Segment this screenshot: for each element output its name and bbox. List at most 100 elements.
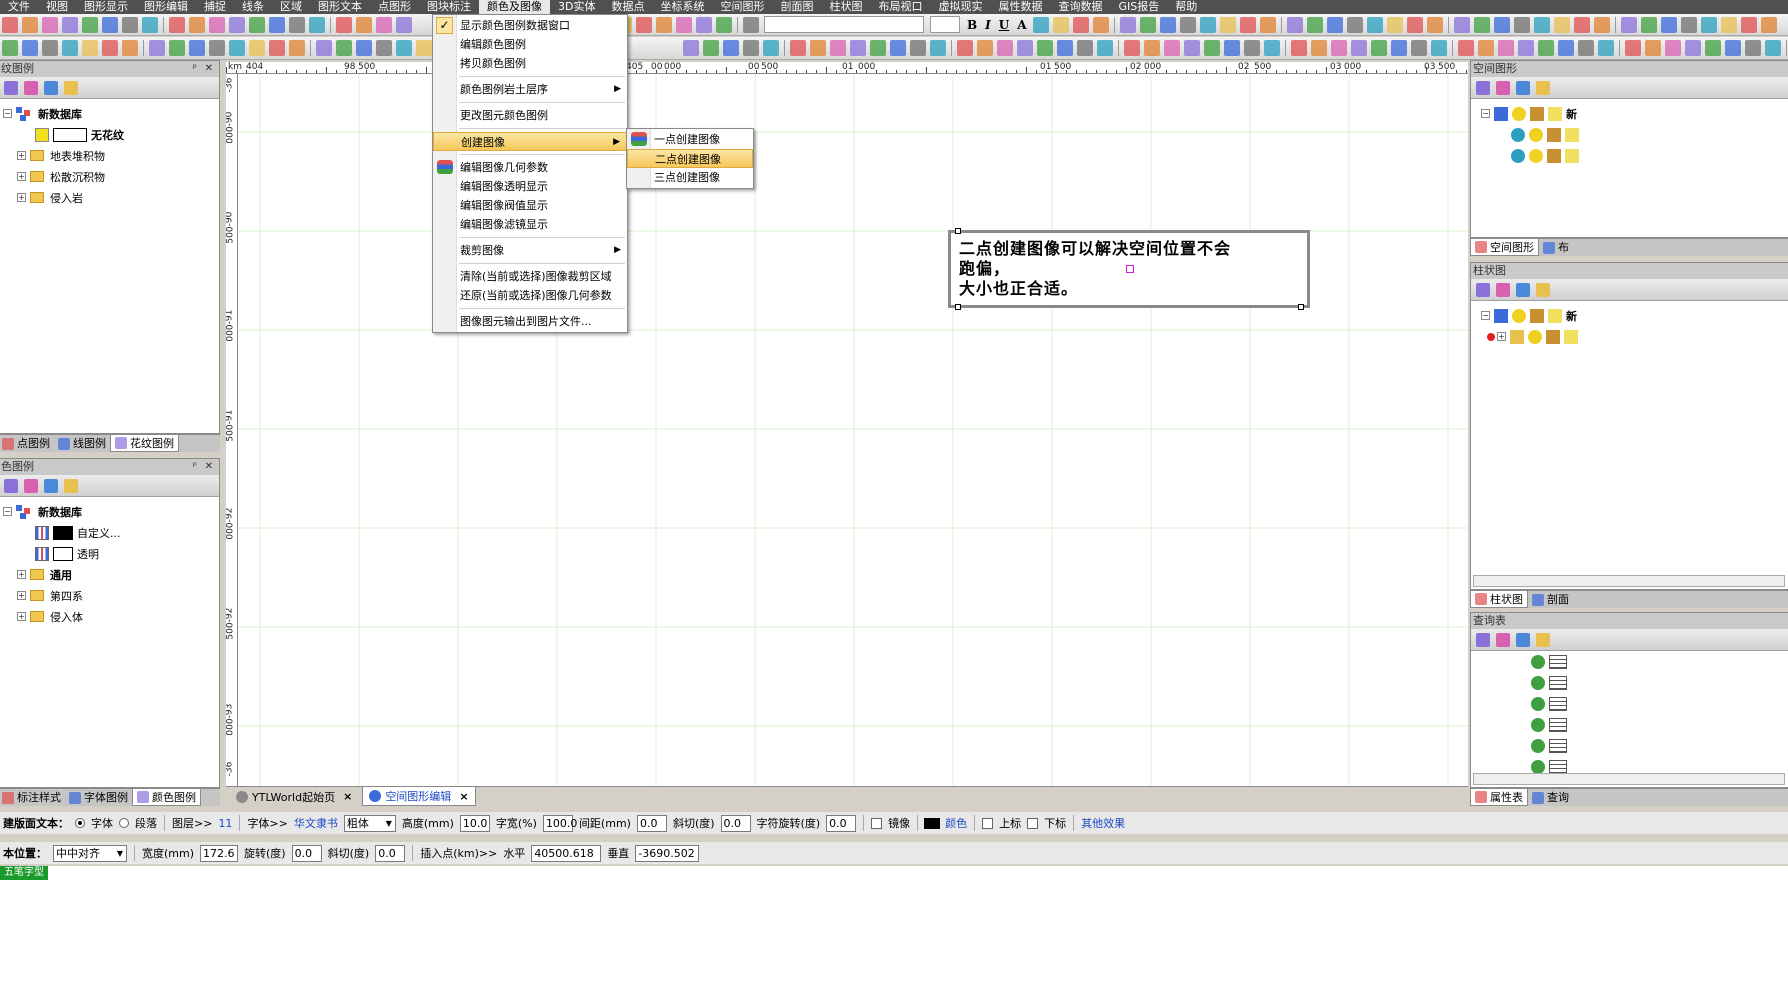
- expand-icon[interactable]: +: [17, 612, 26, 621]
- panel-tab[interactable]: 字体图例: [65, 789, 132, 806]
- toolbar-icon[interactable]: [696, 16, 712, 33]
- filter-icon[interactable]: [1496, 282, 1510, 297]
- tree-node[interactable]: + 第四系: [0, 585, 219, 606]
- query-row[interactable]: [1471, 693, 1788, 714]
- toolbar-icon[interactable]: [1640, 16, 1657, 33]
- toolbar-icon[interactable]: [1478, 40, 1494, 56]
- toolbar-icon[interactable]: [229, 16, 245, 33]
- toolbar-icon[interactable]: [62, 40, 78, 56]
- toolbar-icon[interactable]: [1680, 16, 1697, 33]
- toolbar-icon[interactable]: [1017, 40, 1033, 56]
- toolbar-icon[interactable]: [1625, 40, 1641, 56]
- toolbar-icon[interactable]: [1720, 16, 1737, 33]
- toolbar-icon[interactable]: [316, 40, 332, 56]
- visible-icon[interactable]: [1512, 308, 1526, 323]
- expand-icon[interactable]: +: [17, 151, 26, 160]
- lock-icon[interactable]: [1530, 106, 1544, 121]
- toolbar-icon[interactable]: [1244, 40, 1260, 56]
- toolbar-icon[interactable]: [763, 40, 779, 56]
- query-row[interactable]: [1471, 651, 1788, 672]
- color-link[interactable]: 颜色: [945, 815, 967, 831]
- menu-item[interactable]: 颜色图例岩土层序 ▶: [433, 80, 627, 99]
- toolbar-icon[interactable]: [1219, 16, 1236, 33]
- char-width-input[interactable]: 100.0: [542, 814, 577, 832]
- toolbar-icon[interactable]: [930, 40, 946, 56]
- menu-item[interactable]: 创建图像 ▶: [433, 132, 627, 151]
- toolbar-icon[interactable]: [1386, 16, 1403, 33]
- toolbar-icon[interactable]: [42, 16, 58, 33]
- superscript-checkbox[interactable]: [982, 817, 994, 829]
- toolbar-icon[interactable]: [396, 40, 412, 56]
- table-icon[interactable]: [1549, 696, 1567, 711]
- underline-button[interactable]: U: [999, 18, 1009, 32]
- filter-icon[interactable]: [24, 80, 38, 95]
- folder-icon[interactable]: [1536, 632, 1550, 647]
- toolbar-icon[interactable]: [1097, 40, 1113, 56]
- menu-item[interactable]: 二点创建图像: [627, 149, 753, 168]
- menu-item[interactable]: 裁剪图像 ▶: [433, 241, 627, 260]
- tree-node[interactable]: + 侵入岩: [0, 187, 219, 208]
- selection-handle[interactable]: [955, 304, 961, 310]
- panel-tab[interactable]: 标注样式: [0, 789, 65, 806]
- toolbar-icon[interactable]: [1264, 40, 1280, 56]
- toolbar-icon[interactable]: [830, 40, 846, 56]
- toolbar-icon[interactable]: [249, 16, 265, 33]
- panel-tab[interactable]: 线图例: [54, 435, 110, 452]
- menu-17[interactable]: 布局视口: [870, 0, 930, 14]
- toolbar-icon[interactable]: [1578, 40, 1594, 56]
- height-input[interactable]: 10.0: [459, 814, 490, 832]
- tree-node[interactable]: 无花纹: [0, 124, 219, 145]
- toolbar-icon[interactable]: [289, 16, 305, 33]
- expand-icon[interactable]: +: [17, 570, 26, 579]
- folder-icon[interactable]: [64, 478, 78, 493]
- bulb-icon[interactable]: [1548, 308, 1562, 323]
- toolbar-icon[interactable]: [1366, 16, 1383, 33]
- toolbar-icon[interactable]: [1391, 40, 1407, 56]
- panel-tab[interactable]: 点图例: [0, 435, 54, 452]
- table-icon[interactable]: [1549, 759, 1567, 774]
- view-icon[interactable]: [1531, 738, 1545, 753]
- toolbar-icon[interactable]: [1164, 40, 1180, 56]
- menu-item[interactable]: 三点创建图像: [627, 168, 753, 187]
- lock-icon[interactable]: [1547, 148, 1561, 163]
- selection-handle[interactable]: [955, 228, 961, 234]
- toolbar-icon[interactable]: [1204, 40, 1220, 56]
- menu-8[interactable]: 点图形: [370, 0, 419, 14]
- toolbar-icon[interactable]: [1259, 16, 1276, 33]
- toolbar-icon[interactable]: [1533, 16, 1550, 33]
- font-size-combo[interactable]: [930, 16, 960, 33]
- toolbar-icon[interactable]: [1760, 16, 1777, 33]
- toolbar-icon[interactable]: [1072, 16, 1089, 33]
- tree-node[interactable]: + 通用: [0, 564, 219, 585]
- menu-13[interactable]: 坐标系统: [652, 0, 712, 14]
- expand-icon[interactable]: +: [17, 591, 26, 600]
- menu-item[interactable]: 更改图元颜色图例: [433, 106, 627, 125]
- color-swatch[interactable]: [924, 817, 941, 829]
- toolbar-icon[interactable]: [1593, 16, 1610, 33]
- toolbar-icon[interactable]: [1453, 16, 1470, 33]
- toolbar-icon[interactable]: [1057, 40, 1073, 56]
- bulb-icon[interactable]: [1565, 127, 1579, 142]
- refresh-icon[interactable]: [4, 80, 18, 95]
- toolbar-icon[interactable]: [142, 16, 158, 33]
- layout-icon[interactable]: [1516, 282, 1530, 297]
- toolbar-icon[interactable]: [716, 16, 732, 33]
- toolbar-icon[interactable]: [1346, 16, 1363, 33]
- toolbar-icon[interactable]: [1493, 16, 1510, 33]
- collapse-icon[interactable]: −: [3, 507, 12, 516]
- paragraph-radio[interactable]: [119, 818, 129, 828]
- visible-icon[interactable]: [1529, 127, 1543, 142]
- toolbar-icon[interactable]: [1518, 40, 1534, 56]
- toolbar-icon[interactable]: [149, 40, 165, 56]
- close-icon[interactable]: ×: [459, 790, 468, 803]
- toolbar-icon[interactable]: [703, 40, 719, 56]
- menu-item[interactable]: 清除(当前或选择)图像裁剪区域: [433, 267, 627, 286]
- char-rotate-input[interactable]: 0.0: [826, 814, 857, 832]
- pin-icon[interactable]: ᵖ: [193, 459, 197, 475]
- toolbar-icon[interactable]: [229, 40, 245, 56]
- toolbar-icon[interactable]: [1765, 40, 1781, 56]
- layout-icon[interactable]: [44, 80, 58, 95]
- font-link[interactable]: 字体>>: [247, 815, 287, 831]
- toolbar-icon[interactable]: [1119, 16, 1136, 33]
- menu-20[interactable]: 查询数据: [1050, 0, 1110, 14]
